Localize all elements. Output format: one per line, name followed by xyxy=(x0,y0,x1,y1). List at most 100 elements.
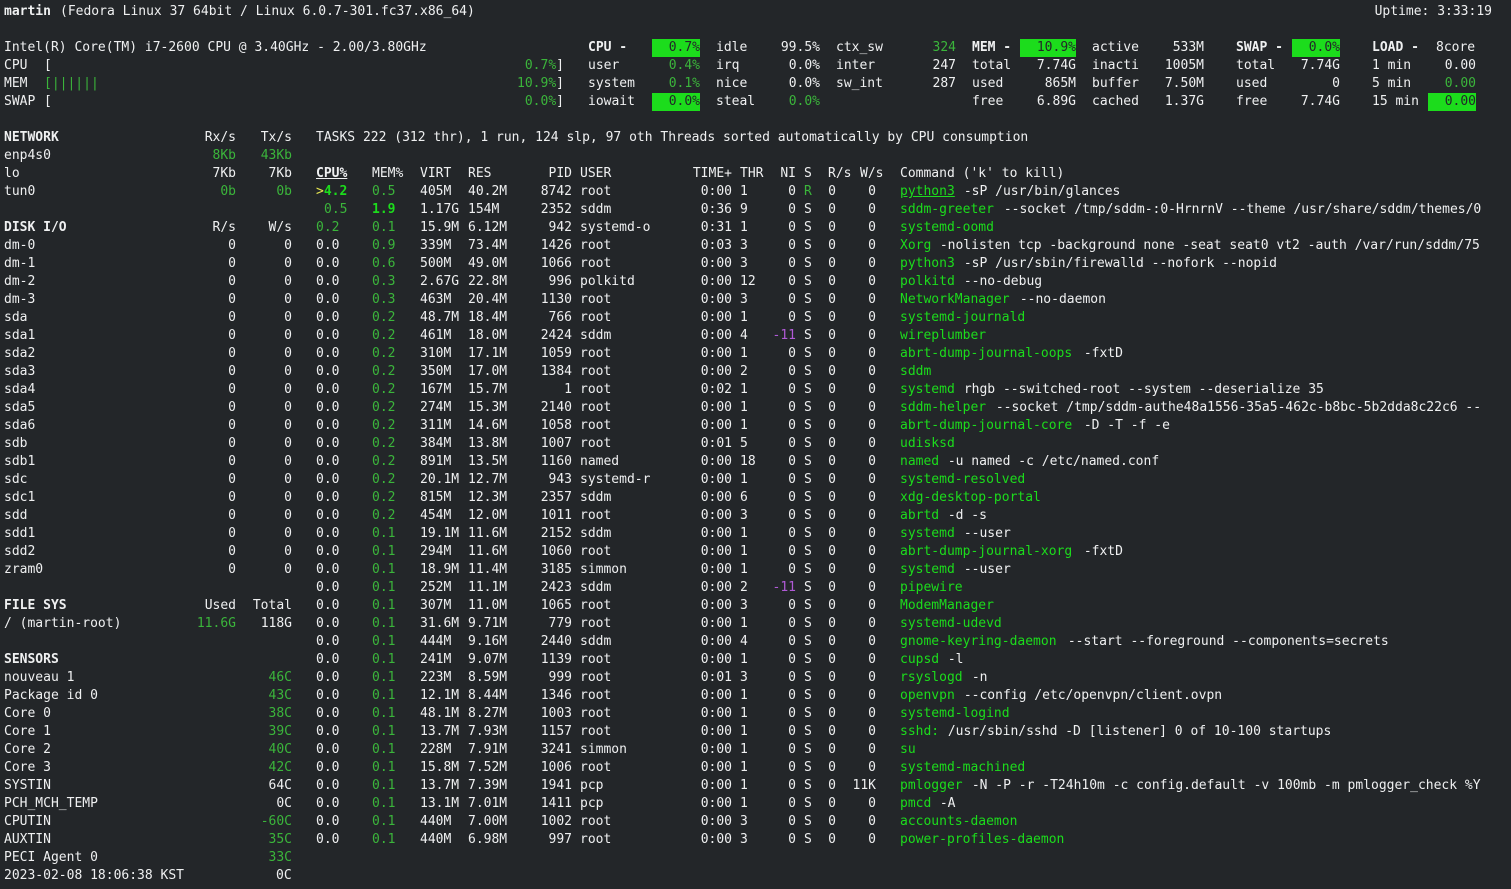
proc-state: S xyxy=(804,778,812,793)
proc-time: 0:00 xyxy=(700,634,732,649)
proc-mem: 0.1 xyxy=(372,724,396,739)
proc-command-name[interactable]: pmcd xyxy=(900,795,931,813)
disk-read: 0 xyxy=(228,238,236,253)
disk-read: 0 xyxy=(228,274,236,289)
proc-command-args: rhgb --switched-root --system --deserial… xyxy=(956,382,1324,397)
disk-name: sdc1 xyxy=(4,490,36,505)
proc-command-args: --user xyxy=(956,562,1011,577)
proc-command-name[interactable]: NetworkManager xyxy=(900,291,1010,309)
sensor-value: 35C xyxy=(268,832,292,847)
glances-terminal[interactable]: martin (Fedora Linux 37 64bit / Linux 6.0… xyxy=(0,0,1511,889)
proc-mem: 0.1 xyxy=(372,670,396,685)
network-interface: lo xyxy=(4,166,20,181)
proc-virt: 294M xyxy=(420,544,452,559)
sensor-name: nouveau 1 xyxy=(4,670,75,685)
proc-rs: 0 xyxy=(828,274,836,289)
proc-res: 15.3M xyxy=(468,400,508,415)
proc-ws: 0 xyxy=(868,202,876,217)
proc-command-name[interactable]: systemd-oomd xyxy=(900,219,994,237)
proc-command-name[interactable]: systemd xyxy=(900,525,955,543)
proc-pid: 2152 xyxy=(540,526,572,541)
proc-command-name[interactable]: rsyslogd xyxy=(900,669,963,687)
proc-ni: 0 xyxy=(788,400,796,415)
proc-pid: 1003 xyxy=(540,706,572,721)
proc-state: S xyxy=(804,382,812,397)
proc-command-name[interactable]: systemd-resolved xyxy=(900,471,1025,489)
proc-command-name[interactable]: su xyxy=(900,741,916,759)
disk-name: sda1 xyxy=(4,328,36,343)
proc-command-name[interactable]: xdg-desktop-portal xyxy=(900,489,1041,507)
proc-command-name[interactable]: named xyxy=(900,453,939,471)
proc-thr: 1 xyxy=(740,184,748,199)
proc-command-name[interactable]: systemd xyxy=(900,381,955,399)
proc-command-name[interactable]: accounts-daemon xyxy=(900,813,1017,831)
proc-command-name[interactable]: systemd-udevd xyxy=(900,615,1002,633)
proc-command-name[interactable]: systemd-logind xyxy=(900,705,1010,723)
proc-pid: 1059 xyxy=(540,346,572,361)
proc-command-name[interactable]: sddm-helper xyxy=(900,399,986,417)
proc-mem: 0.1 xyxy=(372,634,396,649)
cpu-stat-label: steal xyxy=(716,94,756,109)
proc-rs: 0 xyxy=(828,202,836,217)
proc-command-name[interactable]: python3 xyxy=(900,255,955,273)
proc-mem: 0.2 xyxy=(372,490,396,505)
disk-write: 0 xyxy=(284,472,292,487)
proc-command-name[interactable]: abrt-dump-journal-core xyxy=(900,417,1072,435)
proc-res: 6.12M xyxy=(468,220,508,235)
mem-stat-value: 1005M xyxy=(1164,58,1204,73)
proc-command-args: --user xyxy=(956,526,1011,541)
proc-command-name[interactable]: abrt-dump-journal-oops xyxy=(900,345,1072,363)
proc-command-name[interactable]: sddm xyxy=(900,363,931,381)
proc-command-name[interactable]: pmlogger xyxy=(900,777,963,795)
proc-command-name[interactable]: sddm-greeter xyxy=(900,201,994,219)
proc-virt: 440M xyxy=(420,814,452,829)
proc-mem: 0.2 xyxy=(372,310,396,325)
proc-mem: 0.2 xyxy=(372,436,396,451)
disk-name: zram0 xyxy=(4,562,44,577)
mem-stat-value: 865M xyxy=(1044,76,1076,91)
proc-command-name[interactable]: Xorg xyxy=(900,237,931,255)
disk-read: 0 xyxy=(228,292,236,307)
proc-mem: 0.1 xyxy=(372,616,396,631)
proc-pid: 1411 xyxy=(540,796,572,811)
proc-command-name[interactable]: power-profiles-daemon xyxy=(900,831,1064,849)
proc-ws: 0 xyxy=(868,706,876,721)
proc-command-name[interactable]: ModemManager xyxy=(900,597,994,615)
proc-ni: 0 xyxy=(788,220,796,235)
proc-state: S xyxy=(804,364,812,379)
proc-command-name[interactable]: systemd xyxy=(900,561,955,579)
proc-thr: 1 xyxy=(740,742,748,757)
proc-command-name[interactable]: wireplumber xyxy=(900,327,986,345)
proc-res: 9.71M xyxy=(468,616,508,631)
cpu-stat-label: nice xyxy=(716,76,748,91)
swap-stat-label: free xyxy=(1236,94,1268,109)
proc-command-name[interactable]: pipewire xyxy=(900,579,963,597)
diskio-r-header: R/s xyxy=(212,220,236,235)
proc-command-name[interactable]: python3 xyxy=(900,183,955,201)
proc-user: root xyxy=(580,688,612,703)
proc-command-name[interactable]: polkitd xyxy=(900,273,955,291)
proc-time: 0:00 xyxy=(700,364,732,379)
proc-command-name[interactable]: cupsd xyxy=(900,651,939,669)
proc-time: 0:00 xyxy=(700,688,732,703)
proc-command-args: -sP /usr/sbin/firewalld --nofork --nopid xyxy=(956,256,1277,271)
proc-virt: 463M xyxy=(420,292,452,307)
proc-rs: 0 xyxy=(828,292,836,307)
proc-ni: 0 xyxy=(788,688,796,703)
load-title: LOAD - xyxy=(1372,40,1419,55)
proc-command-name[interactable]: openvpn xyxy=(900,687,955,705)
proc-ws: 0 xyxy=(868,256,876,271)
proc-command-name[interactable]: abrt-dump-journal-xorg xyxy=(900,543,1072,561)
proc-ws: 0 xyxy=(868,328,876,343)
proc-command-name[interactable]: sshd: xyxy=(900,723,939,741)
proc-state: S xyxy=(804,400,812,415)
proc-virt: 1.17G xyxy=(420,202,460,217)
proc-command-name[interactable]: gnome-keyring-daemon xyxy=(900,633,1057,651)
proc-command-name[interactable]: systemd-journald xyxy=(900,309,1025,327)
proc-command-name[interactable]: abrtd xyxy=(900,507,939,525)
proc-ws: 0 xyxy=(868,814,876,829)
proc-pid: 2423 xyxy=(540,580,572,595)
proc-command-name[interactable]: udisksd xyxy=(900,435,955,453)
proc-command-name[interactable]: systemd-machined xyxy=(900,759,1025,777)
proc-thr: 1 xyxy=(740,688,748,703)
